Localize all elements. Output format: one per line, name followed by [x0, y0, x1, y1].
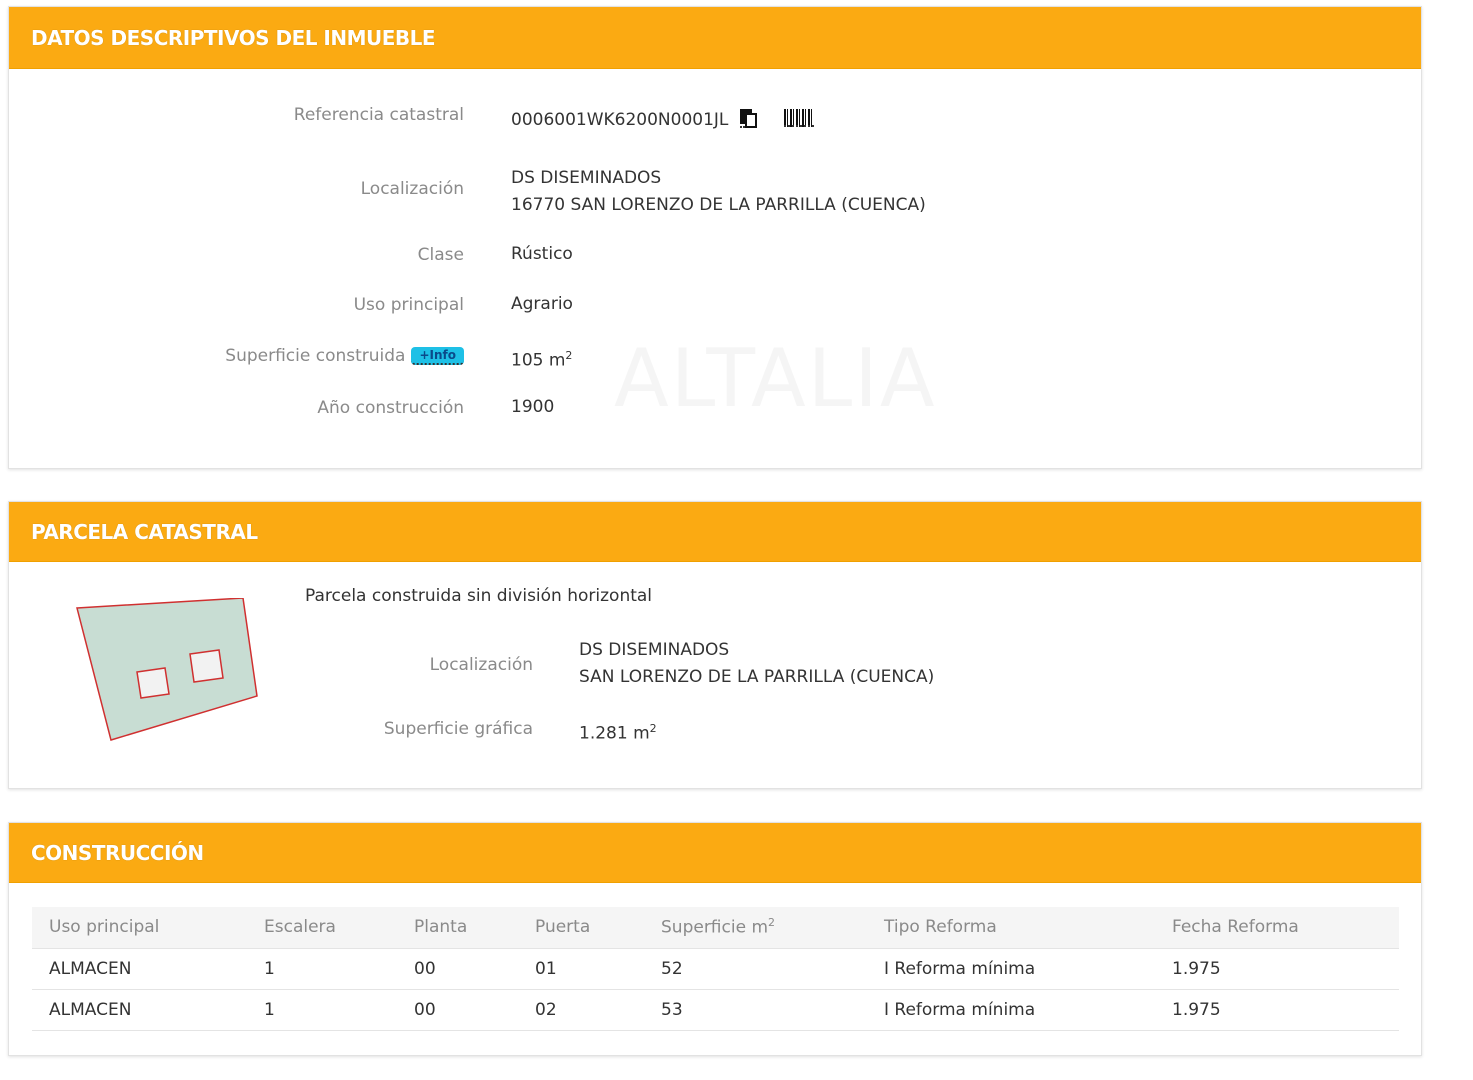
table-header-row: Uso principal Escalera Planta Puerta Sup… [32, 907, 1399, 949]
construccion-panel: CONSTRUCCIÓN Uso principal Escalera Plan… [8, 822, 1422, 1056]
superficie-value-wrap: 105 m2 [511, 342, 572, 375]
cell-tipo-reforma: I Reforma mínima [867, 948, 1155, 990]
parcela-superficie-wrap: 1.281 m2 [579, 715, 657, 748]
anio-label: Año construcción [317, 398, 464, 418]
parcela-title: PARCELA CATASTRAL [31, 519, 258, 544]
cell-puerta: 02 [518, 989, 644, 1031]
uso-label: Uso principal [353, 295, 464, 315]
uso-value: Agrario [511, 294, 573, 314]
table-row: ALMACEN 1 00 02 53 I Reforma mínima 1.97… [32, 989, 1399, 1031]
superficie-label-wrap: Superficie construida +Info [225, 346, 464, 366]
cell-escalera: 1 [247, 989, 397, 1031]
parcela-localizacion-line2: SAN LORENZO DE LA PARRILLA (CUENCA) [579, 667, 935, 687]
cell-planta: 00 [397, 989, 518, 1031]
table-row: ALMACEN 1 00 01 52 I Reforma mínima 1.97… [32, 948, 1399, 990]
cell-uso: ALMACEN [32, 989, 247, 1031]
col-fecha-reforma: Fecha Reforma [1155, 907, 1399, 949]
col-escalera: Escalera [247, 907, 397, 949]
localizacion-label: Localización [360, 179, 464, 199]
parcel-polygon [76, 598, 258, 741]
superficie-value: 105 m [511, 350, 566, 371]
parcela-localizacion-label: Localización [429, 655, 533, 675]
col-tipo-reforma: Tipo Reforma [867, 907, 1155, 949]
watermark: ALTALIA [614, 332, 937, 425]
anio-value: 1900 [511, 397, 555, 417]
construccion-table: Uso principal Escalera Planta Puerta Sup… [32, 907, 1399, 1031]
superficie-exp: 2 [565, 349, 573, 362]
cell-tipo-reforma: I Reforma mínima [867, 989, 1155, 1031]
cell-puerta: 01 [518, 948, 644, 990]
cell-superficie: 53 [644, 989, 867, 1031]
localizacion-line1: DS DISEMINADOS [511, 168, 662, 188]
col-uso-principal: Uso principal [32, 907, 247, 949]
parcela-superficie-label: Superficie gráfica [383, 719, 533, 739]
parcela-superficie-exp: 2 [649, 722, 657, 735]
referencia-value-wrap: 0006001WK6200N0001JL [511, 107, 815, 134]
construccion-title: CONSTRUCCIÓN [31, 840, 204, 865]
building-outline-1 [136, 667, 170, 699]
datos-descriptivos-panel: DATOS DESCRIPTIVOS DEL INMUEBLE ALTALIA … [8, 6, 1422, 469]
parcela-description: Parcela construida sin división horizont… [305, 586, 653, 606]
parcela-panel: PARCELA CATASTRAL Parcela construida sin… [8, 501, 1422, 789]
localizacion-value: DS DISEMINADOS 16770 SAN LORENZO DE LA P… [511, 165, 926, 219]
clase-label: Clase [417, 245, 464, 265]
datos-descriptivos-title: DATOS DESCRIPTIVOS DEL INMUEBLE [31, 25, 436, 50]
parcel-map-thumbnail[interactable] [75, 598, 275, 748]
cell-fecha-reforma: 1.975 [1155, 989, 1399, 1031]
col-planta: Planta [397, 907, 518, 949]
referencia-label: Referencia catastral [293, 105, 464, 125]
cell-planta: 00 [397, 948, 518, 990]
referencia-value: 0006001WK6200N0001JL [511, 110, 729, 130]
superficie-label: Superficie construida [225, 346, 406, 366]
datos-descriptivos-header: DATOS DESCRIPTIVOS DEL INMUEBLE [9, 7, 1421, 69]
info-button[interactable]: +Info [411, 347, 464, 365]
cell-superficie: 52 [644, 948, 867, 990]
col-superficie: Superficie m2 [644, 907, 867, 949]
col-puerta: Puerta [518, 907, 644, 949]
cell-uso: ALMACEN [32, 948, 247, 990]
parcela-header: PARCELA CATASTRAL [9, 502, 1421, 562]
building-outline-2 [189, 649, 224, 683]
parcela-localizacion-line1: DS DISEMINADOS [579, 640, 730, 660]
parcela-localizacion-value: DS DISEMINADOS SAN LORENZO DE LA PARRILL… [579, 637, 934, 691]
cell-escalera: 1 [247, 948, 397, 990]
construccion-header: CONSTRUCCIÓN [9, 823, 1421, 883]
parcela-superficie-value: 1.281 m [579, 723, 650, 744]
copy-icon[interactable] [739, 109, 757, 128]
cell-fecha-reforma: 1.975 [1155, 948, 1399, 990]
localizacion-line2: 16770 SAN LORENZO DE LA PARRILLA (CUENCA… [511, 195, 926, 215]
clase-value: Rústico [511, 244, 573, 264]
barcode-icon[interactable] [784, 109, 815, 127]
